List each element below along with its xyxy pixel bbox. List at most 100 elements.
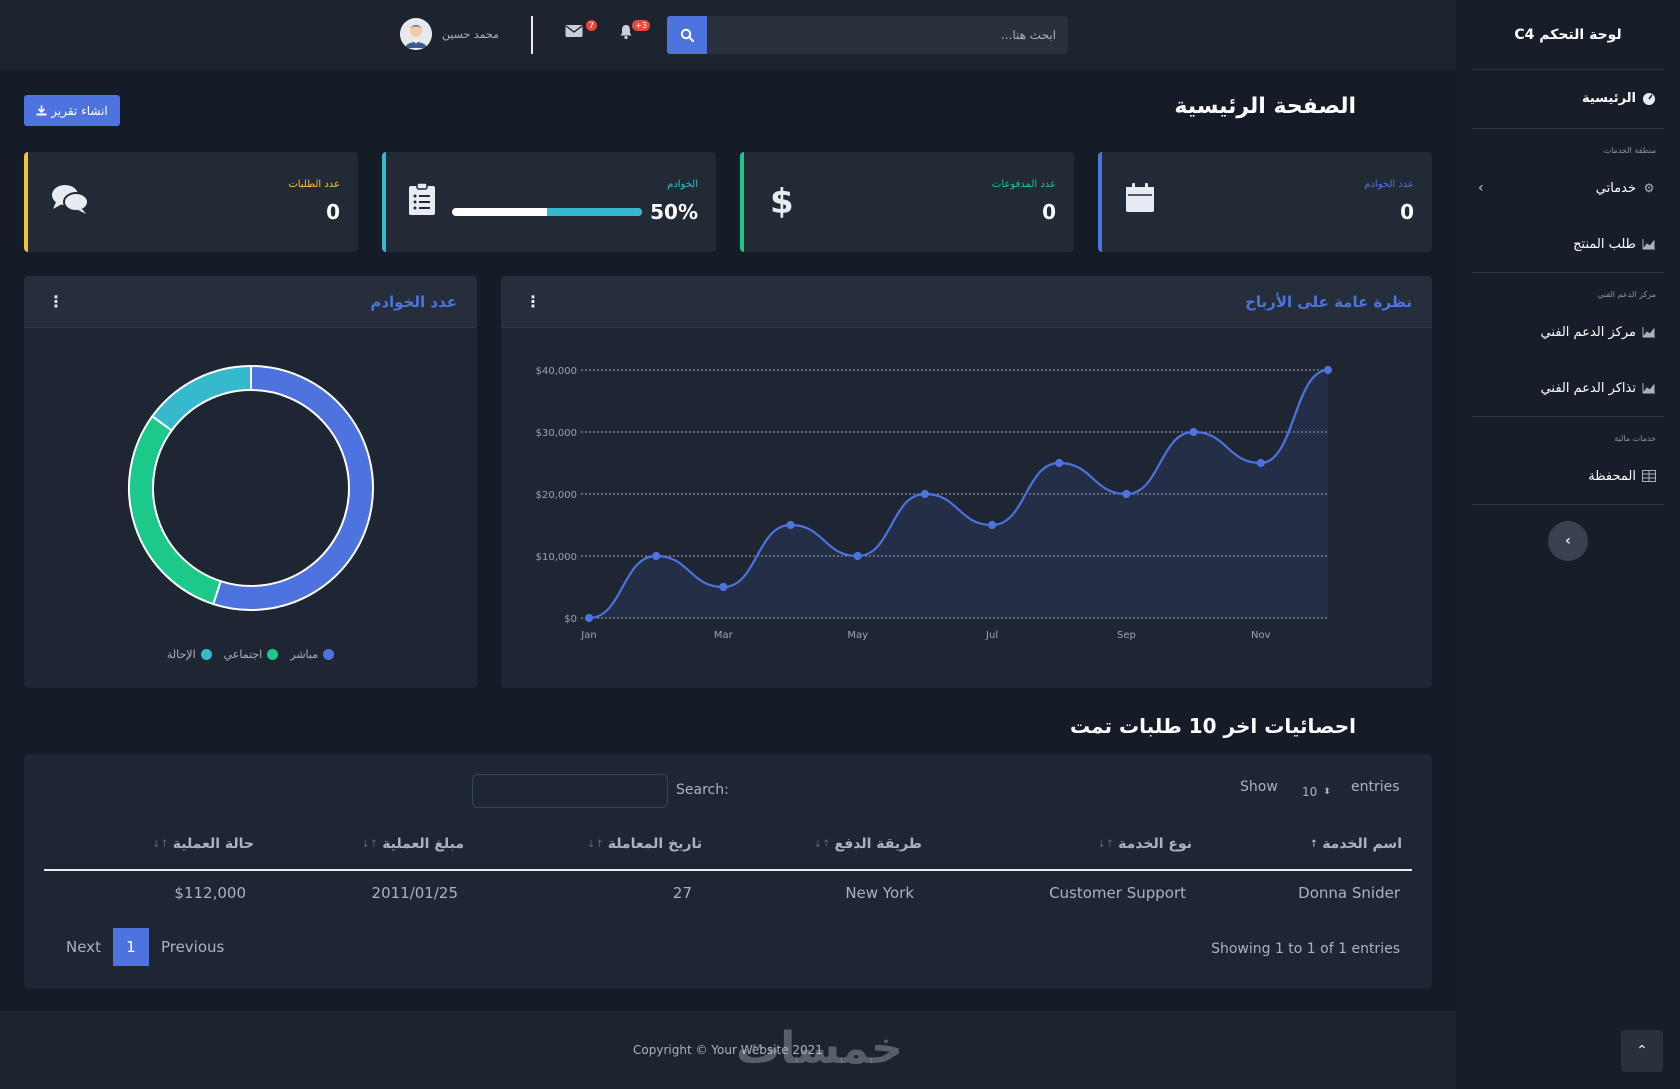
sort-icon: ↑↓ <box>1097 838 1115 850</box>
table-cell: Donna Snider <box>1298 884 1400 902</box>
data-point <box>1189 427 1198 437</box>
donut-slice <box>128 414 222 606</box>
data-point <box>786 520 795 530</box>
panel-title: نظرة عامة على الأرباح <box>1245 292 1412 311</box>
data-point <box>584 613 594 623</box>
sidebar-item-support-center[interactable]: مركز الدعم الفني <box>1472 312 1664 352</box>
data-point <box>719 582 728 592</box>
entries-label: entries <box>1351 779 1400 795</box>
page-1-button[interactable]: 1 <box>112 928 149 966</box>
table-section-title: احصائيات اخر 10 طلبات تمت <box>1069 714 1356 738</box>
sort-icon: ↑↓ <box>361 838 379 850</box>
user-menu[interactable]: محمد حسين <box>400 18 499 50</box>
stat-card-servers-progress: الخوادم 50% <box>382 152 716 252</box>
column-header-label: حالة العملية <box>172 836 254 852</box>
chevron-left-icon: ‹ <box>1565 533 1571 549</box>
search-button[interactable] <box>667 16 707 54</box>
brand[interactable]: لوحة التحكم C4 <box>1472 0 1664 70</box>
sidebar-heading: مركز الدعم الفني <box>1597 290 1656 299</box>
panel-title: عدد الخوادم <box>370 292 457 311</box>
legend-dot <box>200 649 212 660</box>
page-length-select[interactable]: 10 ⬍ <box>1302 781 1350 803</box>
donut-slice <box>212 364 374 611</box>
sidebar-item-label: مركز الدعم الفني <box>1540 324 1636 340</box>
column-header-label: مبلغ العملية <box>382 836 464 852</box>
alerts-button[interactable]: +3 <box>618 20 650 44</box>
sidebar-heading: خدمات مالية <box>1614 434 1656 443</box>
user-name: محمد حسين <box>442 27 499 41</box>
sidebar-item-home[interactable]: الرئيسية <box>1472 78 1664 118</box>
data-point <box>1256 458 1265 468</box>
legend-item: مباشر <box>290 648 335 661</box>
column-header-transaction-date[interactable]: تاريخ المعاملة ↑↓ <box>587 836 702 852</box>
chart-area-icon <box>1642 237 1656 251</box>
sidebar-item-label: خدماتي <box>1595 180 1636 196</box>
column-header-status[interactable]: حالة العملية ↑↓ <box>152 836 254 852</box>
column-header-service-type[interactable]: نوع الخدمة ↑↓ <box>1097 836 1192 852</box>
y-tick-label: $40,000 <box>536 366 577 377</box>
table-info: Showing 1 to 1 of 1 entries <box>1211 941 1400 957</box>
progress-bar <box>452 208 642 216</box>
stat-card-servers-count: عدد الخوادم 0 <box>1098 152 1432 252</box>
avatar <box>400 18 432 50</box>
calendar-icon <box>1124 182 1164 222</box>
x-tick-label: Jan <box>580 630 596 641</box>
sidebar-item-my-services[interactable]: ‹ خدماتي ⚙ <box>1472 168 1664 208</box>
column-header-label: تاريخ المعاملة <box>607 836 702 852</box>
sort-updown-icon: ⬍ <box>1323 787 1331 797</box>
chevron-left-icon: ‹ <box>1478 180 1484 196</box>
column-header-payment-method[interactable]: طريقة الدفع ↑↓ <box>814 836 922 852</box>
servers-panel: ⋮ عدد الخوادم مباشر اجتماعي الإحالة <box>24 276 477 688</box>
legend-item: اجتماعي <box>224 648 279 661</box>
search-input[interactable] <box>707 16 1068 54</box>
dollar-icon: $ <box>770 182 794 222</box>
x-tick-label: Nov <box>1251 630 1271 641</box>
stat-value: 50% <box>650 200 698 224</box>
sidebar-item-support-tickets[interactable]: تذاكر الدعم الفني <box>1472 368 1664 408</box>
table-search-input[interactable] <box>472 774 668 808</box>
y-tick-label: $0 <box>564 614 577 625</box>
sidebar-toggle-button[interactable]: ‹ <box>1548 521 1588 561</box>
table-cell: 2011/01/25 <box>371 884 458 902</box>
table-cell: New York <box>845 884 914 902</box>
column-header-amount[interactable]: مبلغ العملية ↑↓ <box>361 836 464 852</box>
stat-label: عدد الطلبات <box>288 179 340 190</box>
chart-area-icon <box>1642 381 1656 395</box>
table-cell: 27 <box>672 884 692 902</box>
kebab-menu-icon[interactable]: ⋮ <box>48 292 64 311</box>
earnings-area-chart: $0 $10,000 $20,000 $30,000 $40,000 Jan Mar May J… <box>536 365 1333 641</box>
messages-badge: 7 <box>585 20 597 31</box>
column-header-label: نوع الخدمة <box>1118 836 1192 852</box>
data-point <box>1122 489 1131 499</box>
sidebar-item-product-request[interactable]: طلب المنتج <box>1472 224 1664 264</box>
search-icon <box>680 28 694 42</box>
comments-icon <box>50 182 90 222</box>
sidebar-item-wallet[interactable]: المحفظة <box>1472 456 1664 496</box>
dashboard-icon <box>1642 91 1656 105</box>
legend-dot <box>323 649 335 660</box>
next-page-button[interactable]: Next <box>66 938 101 956</box>
x-tick-label: Jul <box>985 630 998 641</box>
previous-page-button[interactable]: Previous <box>161 938 224 956</box>
y-tick-label: $20,000 <box>536 490 577 501</box>
legend-label: الإحالة <box>166 648 196 661</box>
table-header-divider <box>44 869 1412 871</box>
legend-label: مباشر <box>290 648 319 661</box>
generate-report-button[interactable]: انشاء تقرير <box>24 95 120 126</box>
sidebar-item-label: الرئيسية <box>1581 90 1636 106</box>
brand-title: لوحة التحكم C4 <box>1514 26 1622 43</box>
messages-button[interactable]: 7 <box>565 20 597 44</box>
x-tick-label: May <box>847 630 868 641</box>
stat-label: عدد المدفوعات <box>991 179 1056 190</box>
sidebar-item-label: تذاكر الدعم الفني <box>1540 380 1636 396</box>
orders-table-card: entries 10 ⬍ Show Search: اسم الخدمة ↑ نو… <box>24 754 1432 989</box>
kebab-menu-icon[interactable]: ⋮ <box>525 292 541 311</box>
sort-asc-icon: ↑ <box>1309 838 1319 850</box>
scroll-to-top-button[interactable]: ⌃ <box>1621 1030 1663 1072</box>
stat-card-orders: عدد الطلبات 0 <box>24 152 358 252</box>
y-tick-label: $30,000 <box>536 428 577 439</box>
table-search-label: Search: <box>676 782 729 798</box>
legend-dot <box>267 649 279 660</box>
column-header-service-name[interactable]: اسم الخدمة ↑ <box>1310 836 1402 852</box>
chart-area-icon <box>1642 325 1656 339</box>
